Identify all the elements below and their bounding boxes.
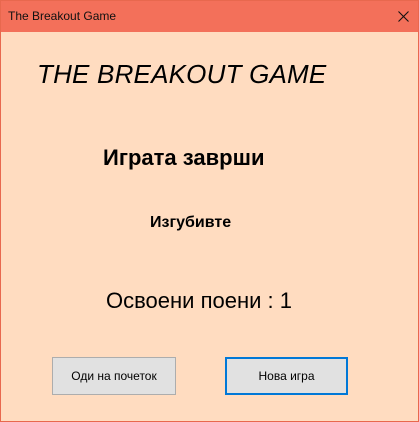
score-value: 1 <box>279 288 292 313</box>
game-over-window: The Breakout Game THE BREAKOUT GAME Игра… <box>0 0 419 422</box>
new-game-button[interactable]: Нова игра <box>225 357 348 395</box>
game-title: THE BREAKOUT GAME <box>37 59 327 89</box>
game-over-heading: Играта заврши <box>103 145 265 170</box>
title-bar[interactable]: The Breakout Game <box>1 1 418 32</box>
window-title: The Breakout Game <box>8 9 117 23</box>
score-label: Освоени поени : <box>106 288 274 313</box>
go-to-start-label: Оди на почеток <box>71 369 157 383</box>
go-to-start-button[interactable]: Оди на почеток <box>52 357 176 395</box>
close-button[interactable] <box>388 1 418 32</box>
new-game-label: Нова игра <box>258 369 315 383</box>
result-label: Изгубивте <box>150 214 232 231</box>
score-display: Освоени поени : 1 <box>106 288 292 314</box>
close-icon <box>397 11 409 22</box>
